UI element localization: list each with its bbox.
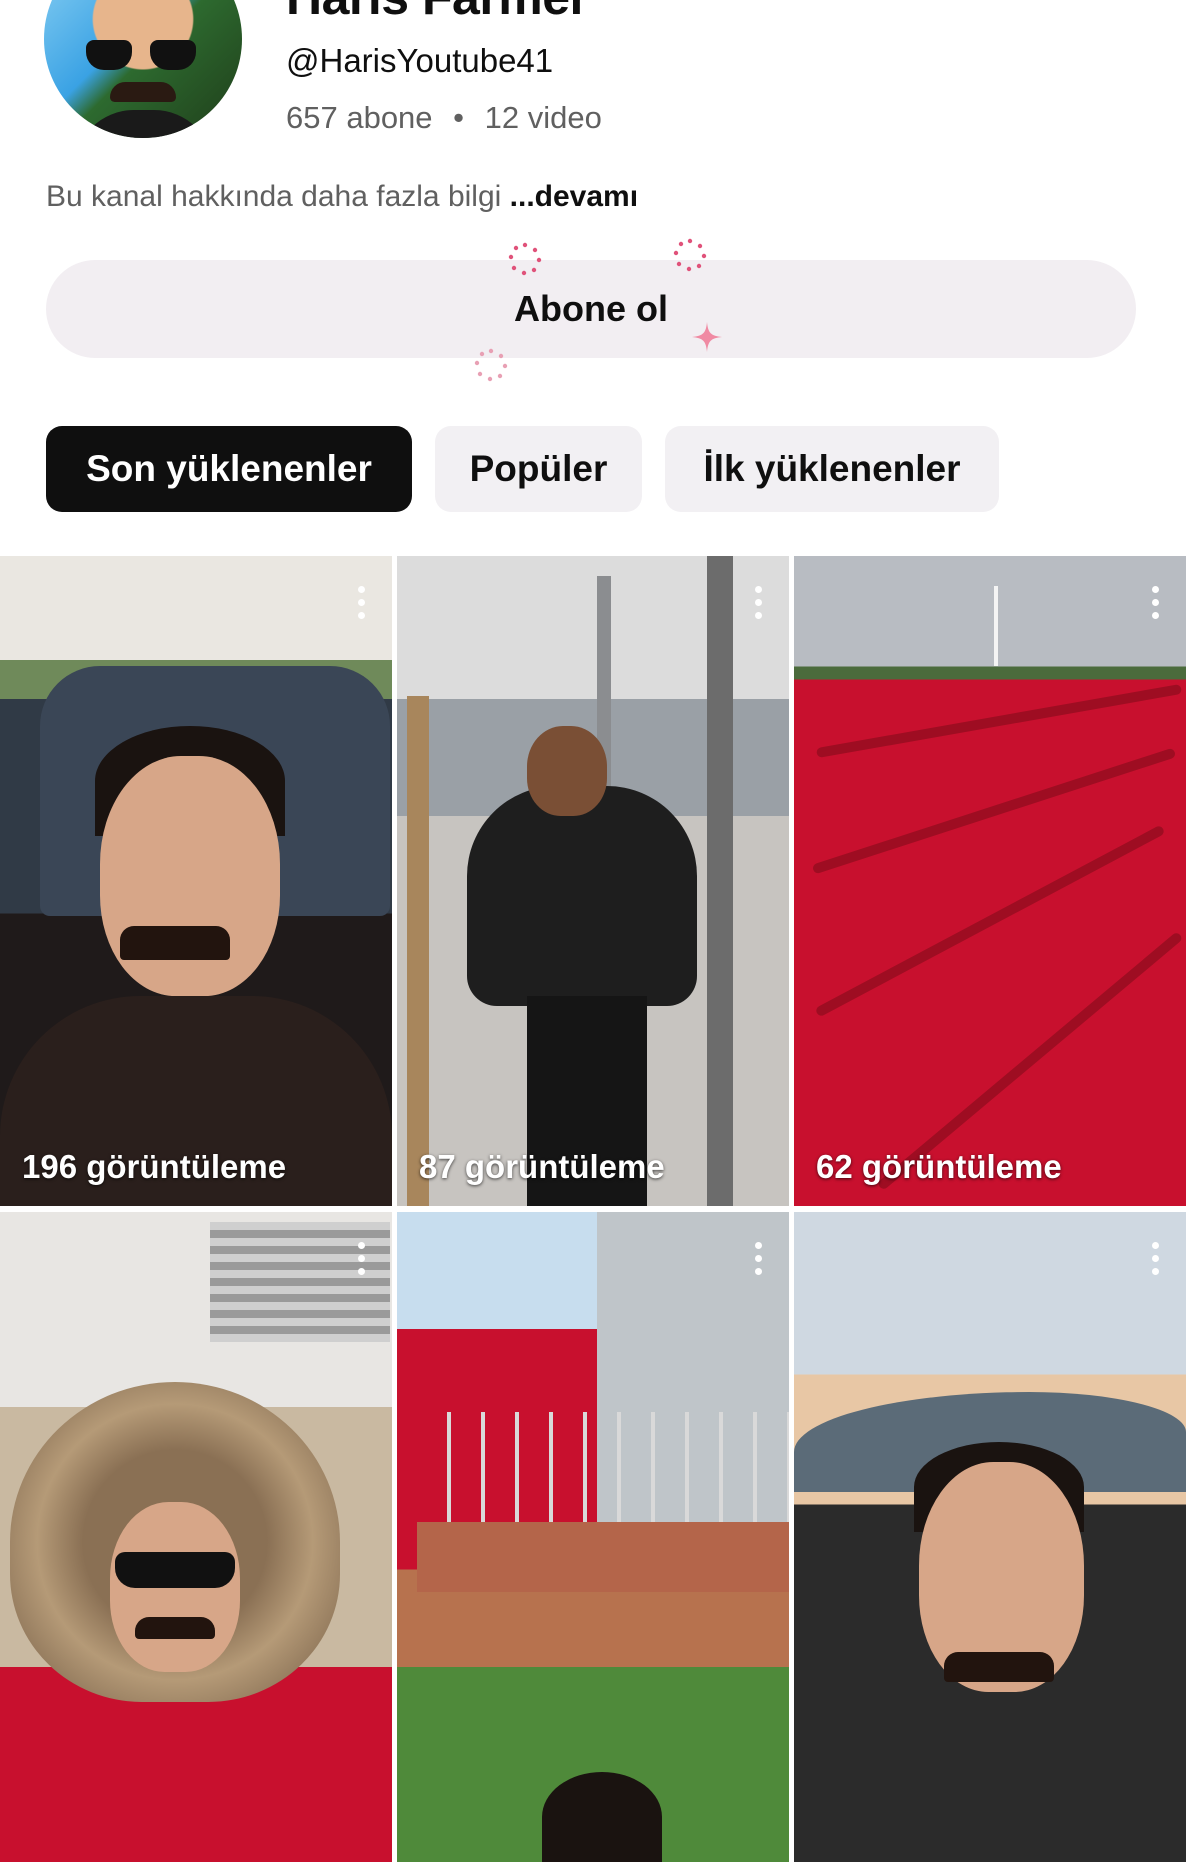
person-face [100,756,280,996]
video-thumbnail[interactable]: 87 görüntüleme [397,556,789,1206]
about-more-link[interactable]: ...devamı [510,180,638,213]
channel-handle: @HarisYoutube41 [286,42,554,79]
sparkle-icon [673,238,707,272]
more-options-icon[interactable] [1150,1242,1160,1282]
avatar-shirt [74,110,214,138]
video-thumbnail[interactable] [397,1212,789,1862]
channel-stats: 657 abone • 12 video [286,100,602,136]
video-thumbnail[interactable]: 62 görüntüleme [794,556,1186,1206]
person-jacket [467,786,697,1006]
person-hair [542,1772,662,1862]
view-count: 62 görüntüleme [816,1148,1062,1185]
more-options-icon[interactable] [356,1242,366,1282]
chip-recent[interactable]: Son yüklenenler [46,426,412,512]
person-mustache [120,926,230,960]
video-thumbnail[interactable] [794,1212,1186,1862]
avatar-sunglasses [86,40,196,70]
wind-turbine [994,586,998,666]
sparkle-icon [508,242,542,276]
video-thumbnail[interactable]: 196 görüntüleme [0,556,392,1206]
chip-oldest[interactable]: İlk yüklenenler [665,426,999,512]
view-count: 196 görüntüleme [22,1148,287,1185]
subscribe-button[interactable]: Abone ol [46,260,1136,358]
more-options-icon[interactable] [753,586,763,626]
person-mustache [944,1652,1054,1682]
sunglasses [115,1552,235,1588]
star-sparkle-icon [692,322,722,352]
avatar-mustache [110,82,176,102]
tulip-row [815,683,1183,759]
view-count: 87 görüntüleme [419,1148,665,1185]
ceiling-light [210,1222,390,1342]
channel-avatar[interactable] [44,0,242,138]
about-text: Bu kanal hakkında daha fazla bilgi [46,180,502,213]
channel-about[interactable]: Bu kanal hakkında daha fazla bilgi ...de… [46,180,638,214]
balcony-ledge [417,1522,789,1592]
more-options-icon[interactable] [1150,586,1160,626]
video-thumbnail[interactable] [0,1212,392,1862]
more-options-icon[interactable] [753,1242,763,1282]
subscriber-count: 657 abone [286,100,433,135]
person-mustache [135,1617,215,1639]
person-face [527,726,607,816]
more-options-icon[interactable] [356,586,366,626]
video-count: 12 video [484,100,602,135]
channel-name: Haris Farmer [286,0,589,26]
chip-popular[interactable]: Popüler [435,426,642,512]
sparkle-icon [474,348,508,382]
stats-separator: • [453,100,465,135]
pillar [407,696,429,1206]
pillar [707,556,733,1206]
balcony-railing [417,1412,789,1532]
